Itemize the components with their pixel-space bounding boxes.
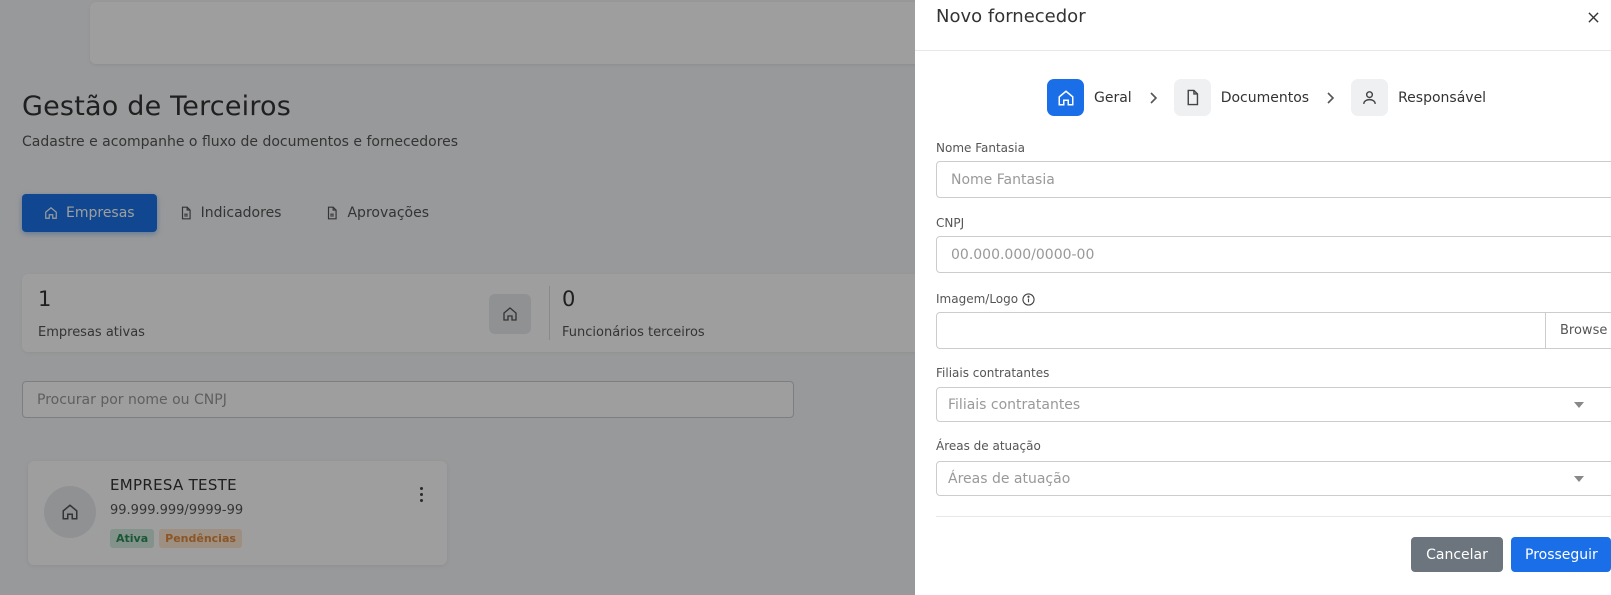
areas-label: Áreas de atuação	[936, 439, 1041, 453]
new-supplier-drawer: Novo fornecedor Geral Documentos Respons…	[915, 0, 1611, 595]
file-icon	[1187, 89, 1198, 106]
chevron-right-icon	[1309, 91, 1351, 104]
divider	[915, 50, 1611, 51]
step-responsavel[interactable]: Responsável	[1351, 79, 1486, 116]
nome-fantasia-label: Nome Fantasia	[936, 141, 1025, 155]
divider	[936, 516, 1611, 517]
caret-down-icon	[1574, 401, 1584, 408]
imagem-logo-label-text: Imagem/Logo	[936, 292, 1019, 306]
areas-placeholder: Áreas de atuação	[948, 470, 1071, 487]
areas-select[interactable]: Áreas de atuação	[936, 461, 1611, 496]
filiais-placeholder: Filiais contratantes	[948, 396, 1081, 413]
chevron-right-icon	[1132, 91, 1174, 104]
cancel-button[interactable]: Cancelar	[1411, 537, 1503, 572]
proceed-button[interactable]: Prosseguir	[1511, 537, 1611, 572]
step-label: Documentos	[1220, 89, 1310, 106]
step-icon	[1351, 79, 1389, 116]
nome-fantasia-input[interactable]	[936, 161, 1611, 198]
info-icon[interactable]	[1022, 292, 1035, 306]
step-label: Responsável	[1398, 89, 1487, 106]
step-geral[interactable]: Geral	[1047, 79, 1132, 116]
drawer-title: Novo fornecedor	[936, 6, 1086, 27]
file-drop-area[interactable]	[937, 313, 1545, 348]
user-icon	[1363, 91, 1376, 104]
step-icon	[1173, 79, 1211, 116]
imagem-logo-label: Imagem/Logo	[936, 292, 1035, 306]
step-documentos[interactable]: Documentos	[1173, 79, 1310, 116]
cnpj-input[interactable]	[936, 236, 1611, 273]
modal-backdrop[interactable]	[0, 0, 915, 595]
stepper: Geral Documentos Responsável	[1047, 79, 1486, 116]
caret-down-icon	[1574, 475, 1584, 482]
step-icon	[1047, 79, 1084, 116]
cnpj-label: CNPJ	[936, 216, 965, 230]
home-icon	[1058, 89, 1073, 105]
close-icon	[1587, 11, 1599, 23]
step-label: Geral	[1094, 89, 1132, 106]
close-button[interactable]	[1585, 9, 1601, 25]
filiais-select[interactable]: Filiais contratantes	[936, 387, 1611, 422]
filiais-label: Filiais contratantes	[936, 366, 1050, 380]
browse-button[interactable]: Browse	[1545, 313, 1611, 348]
imagem-logo-file-input: Browse	[936, 312, 1611, 349]
